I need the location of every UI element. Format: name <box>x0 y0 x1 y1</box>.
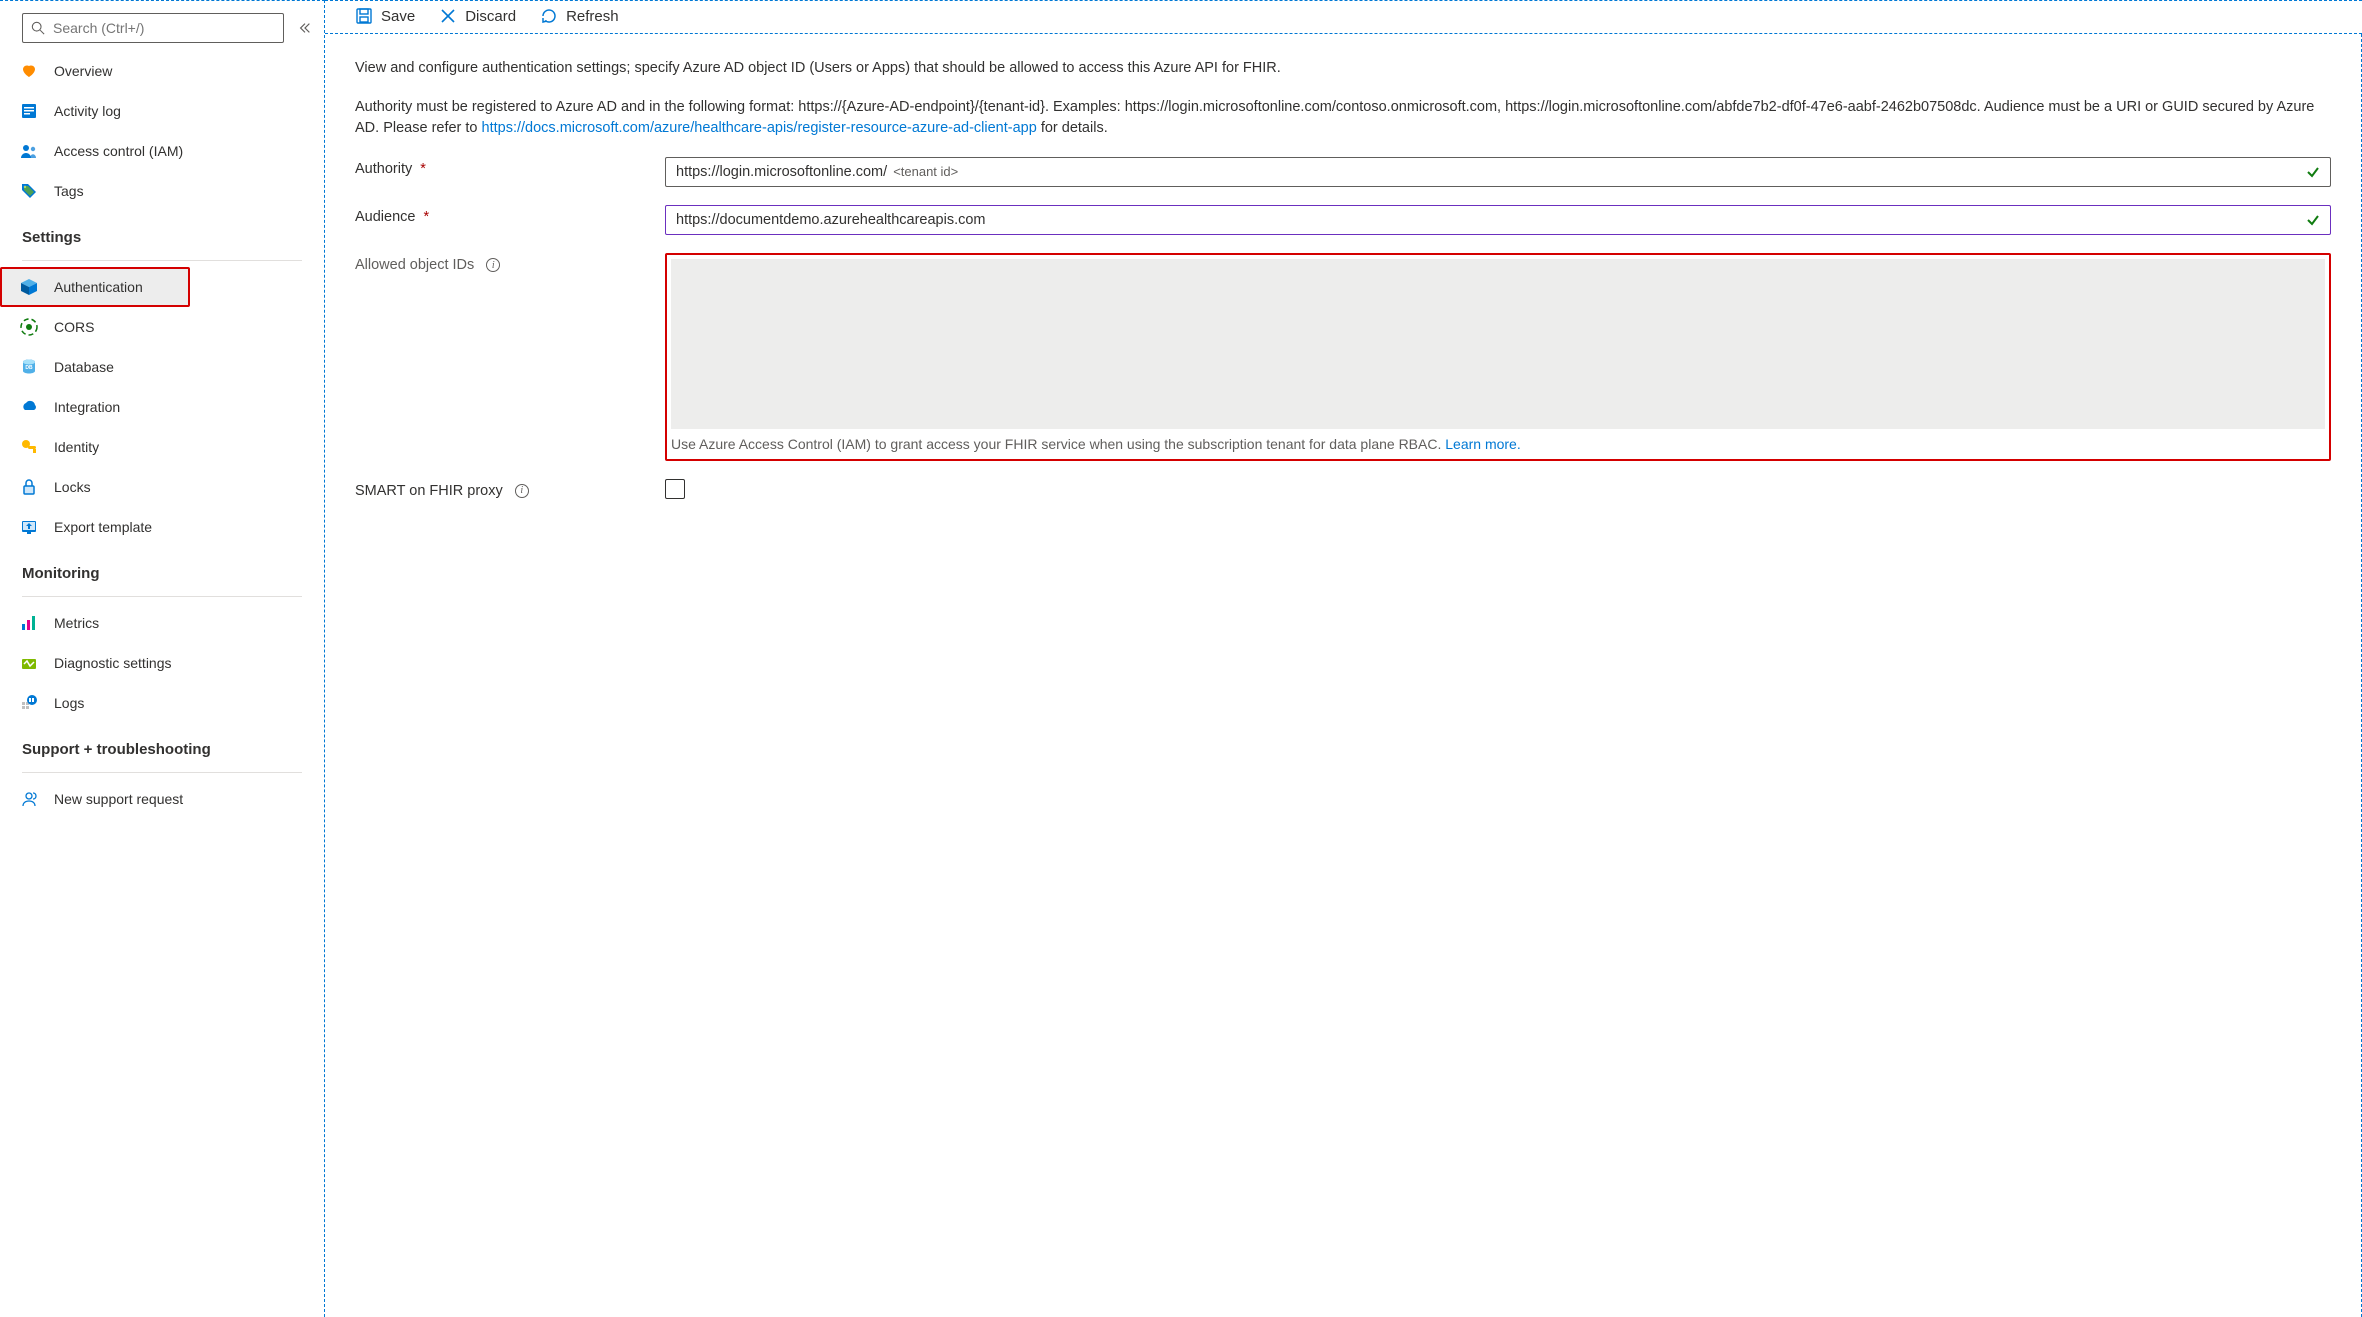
sidebar-item-database[interactable]: DB Database <box>0 347 324 387</box>
discard-button[interactable]: Discard <box>439 7 516 25</box>
locks-icon <box>20 478 38 496</box>
authentication-icon <box>20 278 38 296</box>
sidebar-item-overview[interactable]: Overview <box>0 51 324 91</box>
cors-icon <box>20 318 38 336</box>
audience-label: Audience* <box>355 205 665 225</box>
sidebar-item-activity-log[interactable]: Activity log <box>0 91 324 131</box>
identity-icon <box>20 438 38 456</box>
refresh-button[interactable]: Refresh <box>540 7 619 25</box>
form-row-allowed-object-ids: Allowed object IDs i Use Azure Access Co… <box>355 253 2331 461</box>
sidebar-group-settings: Settings <box>0 211 324 254</box>
info-icon[interactable]: i <box>515 484 529 498</box>
sidebar-item-new-support-request[interactable]: New support request <box>0 779 324 819</box>
access-control-icon <box>20 142 38 160</box>
search-icon <box>31 21 45 35</box>
collapse-sidebar-button[interactable] <box>294 17 316 39</box>
allowed-object-ids-label: Allowed object IDs i <box>355 253 665 273</box>
export-template-icon <box>20 518 38 536</box>
smart-on-fhir-label: SMART on FHIR proxy i <box>355 479 665 499</box>
overview-icon <box>20 62 38 80</box>
sidebar-item-metrics[interactable]: Metrics <box>0 603 324 643</box>
sidebar-item-locks[interactable]: Locks <box>0 467 324 507</box>
sidebar-item-label: Tags <box>54 183 84 199</box>
sidebar-item-label: Database <box>54 359 114 375</box>
search-row <box>0 9 324 51</box>
sidebar-item-label: Locks <box>54 479 91 495</box>
sidebar-item-cors[interactable]: CORS <box>0 307 324 347</box>
audience-value: https://documentdemo.azurehealthcareapis… <box>676 212 2298 228</box>
sidebar-item-label: CORS <box>54 319 94 335</box>
intro-text-2: Authority must be registered to Azure AD… <box>355 97 2331 139</box>
sidebar-group-monitoring: Monitoring <box>0 547 324 590</box>
audience-input[interactable]: https://documentdemo.azurehealthcareapis… <box>665 205 2331 235</box>
authority-value: https://login.microsoftonline.com/ <tena… <box>676 164 2298 180</box>
allowed-object-ids-box <box>671 259 2325 429</box>
sidebar-item-access-control[interactable]: Access control (IAM) <box>0 131 324 171</box>
info-icon[interactable]: i <box>486 258 500 272</box>
sidebar-item-label: New support request <box>54 791 183 807</box>
sidebar-item-label: Metrics <box>54 615 99 631</box>
toolbar-label: Save <box>381 8 415 25</box>
toolbar: Save Discard Refresh <box>325 0 2362 34</box>
svg-text:DB: DB <box>25 365 33 371</box>
search-input[interactable] <box>53 20 275 36</box>
authority-input[interactable]: https://login.microsoftonline.com/ <tena… <box>665 157 2331 187</box>
database-icon: DB <box>20 358 38 376</box>
sidebar-item-label: Diagnostic settings <box>54 655 172 671</box>
sidebar-item-label: Export template <box>54 519 152 535</box>
smart-on-fhir-checkbox[interactable] <box>665 479 685 499</box>
refresh-icon <box>540 7 558 25</box>
valid-check-icon <box>2306 213 2320 227</box>
save-button[interactable]: Save <box>355 7 415 25</box>
main-panel: Save Discard Refresh View and configure … <box>325 0 2362 1317</box>
sidebar-item-authentication[interactable]: Authentication <box>0 267 190 307</box>
sidebar-item-label: Access control (IAM) <box>54 143 183 159</box>
search-box[interactable] <box>22 13 284 43</box>
content-area: View and configure authentication settin… <box>325 34 2362 1317</box>
discard-icon <box>439 7 457 25</box>
divider <box>22 772 302 773</box>
sidebar-item-logs[interactable]: Logs <box>0 683 324 723</box>
sidebar-item-diagnostic-settings[interactable]: Diagnostic settings <box>0 643 324 683</box>
sidebar-item-export-template[interactable]: Export template <box>0 507 324 547</box>
divider <box>22 260 302 261</box>
divider <box>22 596 302 597</box>
allowed-object-ids-highlight: Use Azure Access Control (IAM) to grant … <box>665 253 2331 461</box>
form-row-smart-on-fhir: SMART on FHIR proxy i <box>355 479 2331 502</box>
sidebar-item-label: Integration <box>54 399 120 415</box>
form-row-audience: Audience* https://documentdemo.azureheal… <box>355 205 2331 235</box>
docs-link[interactable]: https://docs.microsoft.com/azure/healthc… <box>482 120 1037 136</box>
tags-icon <box>20 182 38 200</box>
learn-more-link[interactable]: Learn more. <box>1445 436 1520 452</box>
toolbar-label: Discard <box>465 8 516 25</box>
integration-icon <box>20 398 38 416</box>
logs-icon <box>20 694 38 712</box>
sidebar: Overview Activity log Access control (IA… <box>0 0 325 1317</box>
sidebar-item-label: Identity <box>54 439 99 455</box>
sidebar-item-integration[interactable]: Integration <box>0 387 324 427</box>
sidebar-item-identity[interactable]: Identity <box>0 427 324 467</box>
sidebar-item-label: Logs <box>54 695 84 711</box>
allowed-object-ids-helper: Use Azure Access Control (IAM) to grant … <box>671 435 2325 455</box>
diagnostic-settings-icon <box>20 654 38 672</box>
sidebar-item-label: Authentication <box>54 279 143 295</box>
activity-log-icon <box>20 102 38 120</box>
authority-label: Authority* <box>355 157 665 177</box>
save-icon <box>355 7 373 25</box>
sidebar-item-label: Activity log <box>54 103 121 119</box>
sidebar-group-support: Support + troubleshooting <box>0 723 324 766</box>
form-row-authority: Authority* https://login.microsoftonline… <box>355 157 2331 187</box>
sidebar-item-tags[interactable]: Tags <box>0 171 324 211</box>
intro-text-1: View and configure authentication settin… <box>355 58 2331 79</box>
sidebar-item-label: Overview <box>54 63 112 79</box>
valid-check-icon <box>2306 165 2320 179</box>
toolbar-label: Refresh <box>566 8 619 25</box>
support-request-icon <box>20 790 38 808</box>
metrics-icon <box>20 614 38 632</box>
